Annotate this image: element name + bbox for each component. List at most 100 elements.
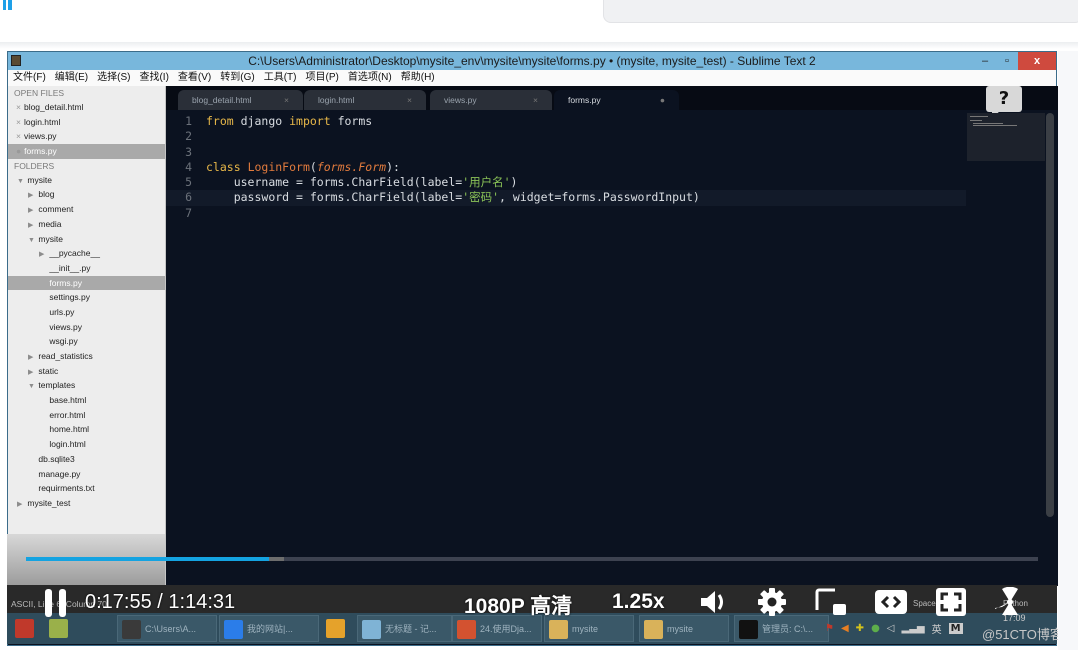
tree-file[interactable]: forms.py (8, 275, 165, 291)
tab-bar: blog_detail.html × login.html × views.py × … (166, 86, 1058, 110)
taskbar-item[interactable] (11, 615, 41, 642)
tree-folder[interactable]: ▶ static (8, 364, 165, 379)
tree-folder[interactable]: ▶ __pycache__ (8, 246, 165, 261)
close-file-icon[interactable]: ● (16, 146, 21, 156)
addon-icon[interactable]: ✚ (856, 623, 864, 634)
tree-folder[interactable]: ▼ mysite (8, 232, 165, 247)
tree-file[interactable]: urls.py (8, 305, 165, 320)
close-file-icon[interactable]: × (16, 117, 21, 127)
tree-file[interactable]: error.html (8, 408, 165, 423)
minimap[interactable] (967, 113, 1045, 161)
tree-folder[interactable]: ▼ mysite (8, 173, 165, 188)
video-controls: 0:17:55 / 1:14:31 1080P 高清 1.25x (0, 585, 1078, 619)
minimize-button[interactable]: – (974, 52, 996, 70)
quality-selector[interactable]: 1080P 高清 (464, 590, 572, 620)
menu-view[interactable]: 查看(V) (178, 70, 211, 86)
tree-file[interactable]: db.sqlite3 (8, 452, 165, 467)
tab-forms[interactable]: forms.py ● (554, 90, 679, 110)
network-icon[interactable]: ● (871, 623, 880, 634)
vertical-scrollbar[interactable] (1046, 113, 1054, 517)
app-icon (362, 620, 381, 639)
tab-close-icon[interactable]: × (407, 90, 412, 110)
browser-top-area (0, 0, 1078, 49)
tree-folder[interactable]: ▶ comment (8, 202, 165, 217)
menu-goto[interactable]: 转到(G) (220, 70, 254, 86)
menu-file[interactable]: 文件(F) (13, 70, 46, 86)
app-icon (549, 620, 568, 639)
volume-icon[interactable]: ◁ (887, 623, 895, 634)
menu-project[interactable]: 项目(P) (306, 70, 339, 86)
brand-accent (8, 0, 12, 10)
code-line: 2 (185, 129, 192, 144)
close-file-icon[interactable]: × (16, 102, 21, 112)
help-bubble-icon[interactable]: ? (986, 86, 1022, 118)
menu-edit[interactable]: 编辑(E) (55, 70, 88, 86)
tab-views[interactable]: views.py × (430, 90, 552, 110)
app-icon (224, 620, 243, 639)
code-line: 4 class LoginForm(forms.Form): (185, 159, 400, 174)
taskbar-item[interactable] (322, 615, 362, 642)
signal-icon[interactable]: ▂▃▅ (902, 623, 925, 634)
tab-close-icon[interactable]: × (533, 90, 538, 110)
tree-file[interactable]: base.html (8, 393, 165, 408)
menu-selection[interactable]: 选择(S) (97, 70, 130, 86)
app-icon (15, 619, 34, 638)
menu-tools[interactable]: 工具(T) (264, 70, 297, 86)
web-fullscreen-icon[interactable] (874, 587, 908, 617)
radiation-icon[interactable] (993, 587, 1027, 617)
taskbar-item[interactable]: 管理员: C:\... (734, 615, 829, 642)
tree-file[interactable]: wsgi.py (8, 334, 165, 349)
tree-folder[interactable]: ▼ templates (8, 378, 165, 393)
tab-login[interactable]: login.html × (304, 90, 426, 110)
tree-file[interactable]: settings.py (8, 290, 165, 305)
open-file-item[interactable]: × login.html (8, 115, 165, 130)
code-line: 5 username = forms.CharField(label='用户名'… (185, 175, 518, 190)
restore-button[interactable]: ▫ (996, 52, 1018, 70)
taskbar-item[interactable]: 我的网站|... (219, 615, 319, 642)
video-progress-fill[interactable] (26, 557, 269, 561)
chevron-right-icon[interactable]: ▶ (17, 498, 25, 513)
open-file-item[interactable]: × views.py (8, 129, 165, 144)
editor[interactable]: blog_detail.html × login.html × views.py × … (166, 86, 1058, 586)
taskbar-item[interactable]: 无标题 - 记... (357, 615, 452, 642)
fullscreen-icon[interactable] (934, 587, 968, 617)
open-file-item[interactable]: ● forms.py (8, 144, 165, 159)
tree-folder[interactable]: ▶ media (8, 217, 165, 232)
code-line: 7 (185, 205, 192, 220)
speaker-icon[interactable]: ◀ (841, 623, 849, 634)
tree-file[interactable]: __init__.py (8, 261, 165, 276)
tab-close-icon[interactable]: × (284, 90, 289, 110)
settings-gear-icon[interactable] (755, 587, 789, 617)
app-icon (11, 55, 21, 66)
watermark: @51CTO博客 (982, 627, 1063, 642)
pause-button[interactable] (45, 589, 67, 617)
close-button[interactable]: x (1018, 52, 1056, 70)
search-box[interactable] (603, 0, 1078, 23)
ime-indicator[interactable]: 英 (932, 621, 942, 636)
tree-file[interactable]: requirments.txt (8, 481, 165, 496)
tree-folder[interactable]: ▶ blog (8, 187, 165, 202)
tree-file[interactable]: manage.py (8, 467, 165, 482)
code-area[interactable]: 1 from django import forms 2 3 4 class Log… (166, 114, 966, 221)
open-files-heading: OPEN FILES (14, 88, 65, 98)
flag-icon[interactable]: ⚑ (825, 623, 834, 634)
tree-file[interactable]: login.html (8, 437, 165, 452)
tree-folder[interactable]: ▶ mysite_test (8, 496, 165, 511)
open-file-item[interactable]: × blog_detail.html (8, 100, 165, 115)
menu-find[interactable]: 查找(I) (139, 70, 168, 86)
close-file-icon[interactable]: × (16, 131, 21, 141)
menu-help[interactable]: 帮助(H) (401, 70, 435, 86)
picture-in-picture-icon[interactable] (814, 587, 848, 617)
tree-folder[interactable]: ▶ read_statistics (8, 349, 165, 364)
tree-file[interactable]: home.html (8, 422, 165, 437)
tab-blog-detail[interactable]: blog_detail.html × (178, 90, 303, 110)
tab-dirty-indicator-icon[interactable]: ● (660, 90, 665, 110)
taskbar-item[interactable]: C:\Users\A... (117, 615, 217, 642)
speed-selector[interactable]: 1.25x (612, 590, 665, 614)
taskbar-item[interactable]: mysite (639, 615, 729, 642)
volume-icon[interactable] (696, 587, 730, 617)
ime-mode-icon[interactable]: M (948, 623, 963, 634)
tree-file[interactable]: views.py (8, 320, 165, 335)
taskbar-item[interactable] (45, 615, 75, 642)
menu-preferences[interactable]: 首选项(N) (348, 70, 392, 86)
